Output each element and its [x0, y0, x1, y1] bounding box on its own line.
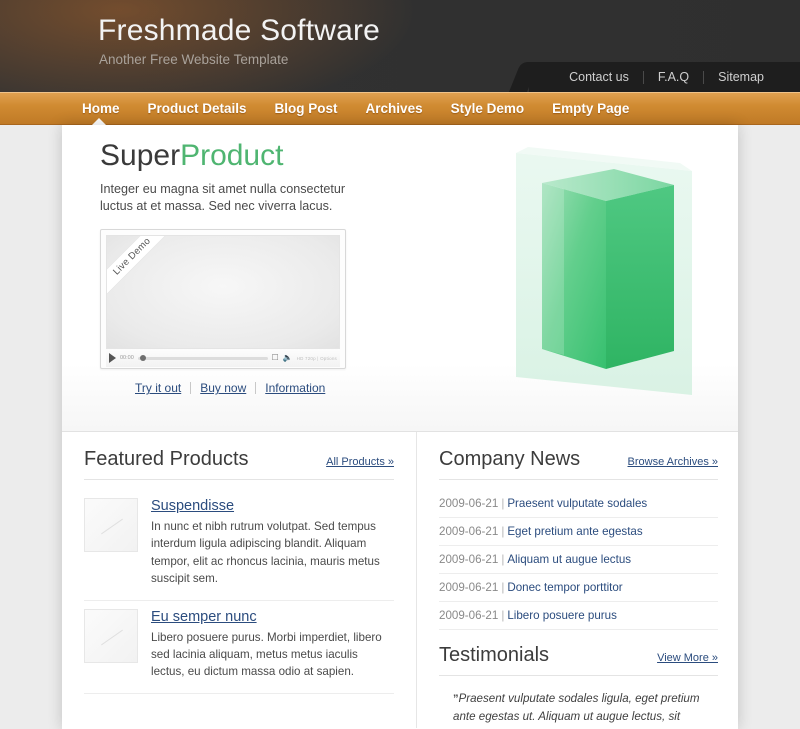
news-title-link[interactable]: Donec tempor porttitor [507, 581, 622, 594]
video-screen[interactable]: Live Demo [106, 235, 340, 350]
browse-archives-link[interactable]: Browse Archives » [628, 456, 718, 468]
live-demo-ribbon: Live Demo [107, 236, 181, 306]
volume-icon[interactable]: 🔈 [283, 354, 293, 362]
product-title-link[interactable]: Eu semper nunc [151, 609, 394, 625]
columns-wrapper: Featured Products All Products » Suspend… [62, 432, 738, 729]
featured-products-column: Featured Products All Products » Suspend… [62, 432, 417, 728]
news-list-item: 2009-06-21 | Aliquam ut augue lectus [439, 546, 718, 574]
testimonials-title: Testimonials [439, 644, 550, 666]
information-link[interactable]: Information [256, 381, 334, 395]
nav-item-product-details[interactable]: Product Details [134, 92, 261, 125]
main-navigation: Home Product Details Blog Post Archives … [0, 92, 800, 125]
news-list-item: 2009-06-21 | Donec tempor porttitor [439, 574, 718, 602]
video-quality-label[interactable]: HD 720p | Options [297, 356, 337, 361]
video-progress-slider[interactable] [137, 354, 268, 361]
play-icon[interactable] [109, 353, 116, 364]
news-separator: | [501, 553, 505, 566]
site-tagline: Another Free Website Template [99, 52, 289, 67]
hero-section: SuperProduct Integer eu magna sit amet n… [62, 125, 738, 432]
featured-products-header: Featured Products All Products » [84, 448, 394, 480]
testimonial-quote: ”Praesent vulputate sodales ligula, eget… [439, 686, 718, 729]
captions-icon[interactable]: ☐ [272, 354, 279, 362]
news-title-link[interactable]: Eget pretium ante egestas [507, 525, 642, 538]
testimonials-section: Testimonials View More » ”Praesent vulpu… [439, 644, 718, 729]
product-thumbnail[interactable] [84, 498, 138, 552]
news-date: 2009-06-21 [439, 581, 499, 594]
nav-item-style-demo[interactable]: Style Demo [437, 92, 539, 125]
page-background: SuperProduct Integer eu magna sit amet n… [0, 125, 800, 729]
featured-products-title: Featured Products [84, 448, 249, 470]
topnav-item-faq[interactable]: F.A.Q [644, 70, 703, 84]
hero-left-column: SuperProduct Integer eu magna sit amet n… [100, 139, 400, 395]
hero-title-part1: Super [100, 139, 181, 172]
try-it-out-link[interactable]: Try it out [126, 381, 190, 395]
video-player[interactable]: Live Demo 00:00 ☐ 🔈 HD 720p | Options [100, 229, 346, 370]
hero-title-part2: Product [180, 139, 284, 172]
product-description: Libero posuere purus. Morbi imperdiet, l… [151, 630, 382, 679]
news-separator: | [501, 525, 505, 538]
news-title-link[interactable]: Aliquam ut augue lectus [507, 553, 631, 566]
testimonials-header: Testimonials View More » [439, 644, 718, 676]
news-separator: | [501, 581, 505, 594]
news-date: 2009-06-21 [439, 553, 499, 566]
news-separator: | [501, 609, 505, 622]
video-controls: 00:00 ☐ 🔈 HD 720p | Options [106, 349, 340, 368]
product-list-item: Eu semper nunc Libero posuere purus. Mor… [84, 601, 394, 694]
news-title-link[interactable]: Libero posuere purus [507, 609, 617, 622]
company-news-header: Company News Browse Archives » [439, 448, 718, 480]
product-text: Suspendisse In nunc et nibh rutrum volut… [151, 498, 394, 588]
product-box-image [516, 147, 692, 395]
product-thumbnail[interactable] [84, 608, 138, 663]
site-title: Freshmade Software [98, 14, 381, 47]
news-date: 2009-06-21 [439, 497, 499, 510]
news-date: 2009-06-21 [439, 609, 499, 622]
hero-title: SuperProduct [100, 139, 400, 174]
news-and-testimonials-column: Company News Browse Archives » 2009-06-2… [417, 432, 738, 729]
news-list-item: 2009-06-21 | Praesent vulputate sodales [439, 490, 718, 518]
news-list-item: 2009-06-21 | Eget pretium ante egestas [439, 518, 718, 546]
hero-subtitle: Integer eu magna sit amet nulla consecte… [100, 181, 346, 214]
nav-item-blog-post[interactable]: Blog Post [261, 92, 352, 125]
testimonial-quote-text: Praesent vulputate sodales ligula, eget … [453, 692, 700, 729]
news-title-link[interactable]: Praesent vulputate sodales [507, 497, 647, 510]
buy-now-link[interactable]: Buy now [191, 381, 255, 395]
news-list-item: 2009-06-21 | Libero posuere purus [439, 602, 718, 630]
product-list-item: Suspendisse In nunc et nibh rutrum volut… [84, 490, 394, 601]
topnav-item-sitemap[interactable]: Sitemap [704, 70, 778, 84]
hero-action-links: Try it out Buy now Information [126, 381, 400, 395]
nav-item-archives[interactable]: Archives [352, 92, 437, 125]
news-separator: | [501, 497, 505, 510]
topnav-item-contact-us[interactable]: Contact us [555, 70, 643, 84]
utility-nav: Contact us F.A.Q Sitemap [529, 62, 800, 92]
company-news-title: Company News [439, 448, 581, 470]
product-text: Eu semper nunc Libero posuere purus. Mor… [151, 609, 394, 681]
video-progress-knob[interactable] [139, 354, 146, 361]
site-header: Freshmade Software Another Free Website … [0, 0, 800, 92]
nav-item-empty-page[interactable]: Empty Page [538, 92, 643, 125]
news-date: 2009-06-21 [439, 525, 499, 538]
active-nav-pointer-icon [92, 118, 106, 125]
view-more-link[interactable]: View More » [657, 652, 718, 664]
all-products-link[interactable]: All Products » [326, 456, 394, 468]
content-container: SuperProduct Integer eu magna sit amet n… [62, 125, 738, 729]
product-description: In nunc et nibh rutrum volutpat. Sed tem… [151, 520, 380, 586]
video-time: 00:00 [120, 355, 134, 362]
product-title-link[interactable]: Suspendisse [151, 498, 394, 514]
